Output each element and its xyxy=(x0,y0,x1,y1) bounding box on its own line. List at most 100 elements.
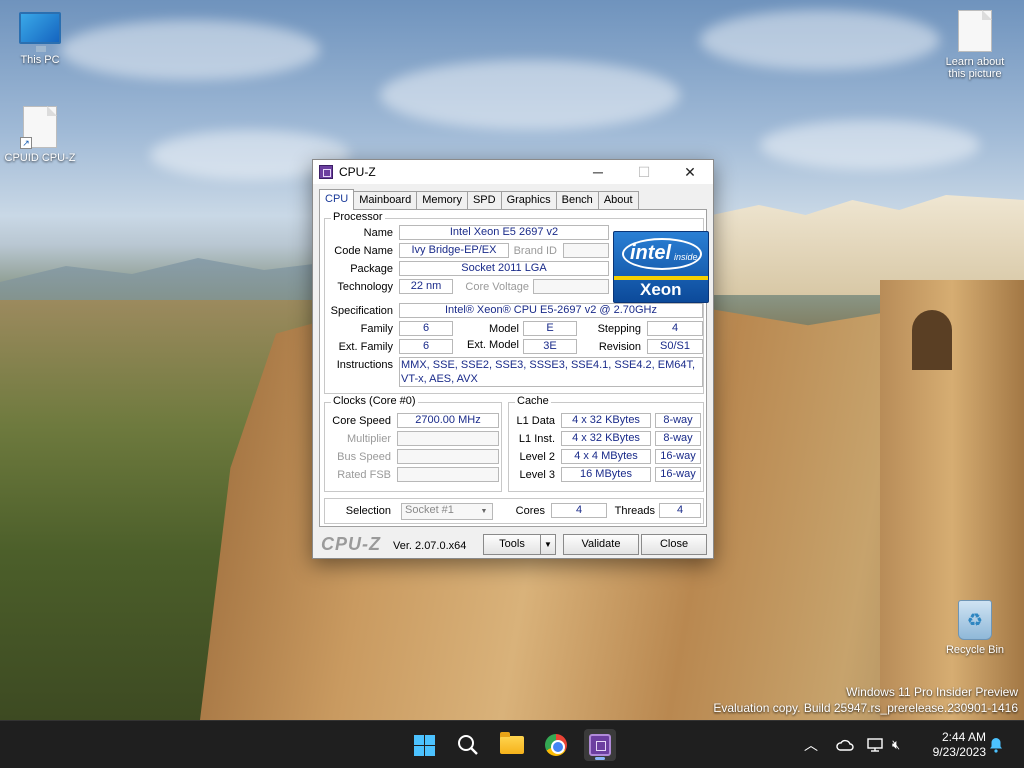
minimize-icon: ─ xyxy=(593,164,603,180)
revision-label: Revision xyxy=(598,341,641,353)
revision-value: S0/S1 xyxy=(647,339,703,354)
extmodel-label: Ext. Model xyxy=(467,339,519,351)
busspeed-value xyxy=(397,449,499,464)
specification-label: Specification xyxy=(330,305,393,317)
maximize-button: ☐ xyxy=(621,160,667,184)
desktop-icon-recycle-bin[interactable]: ♻ Recycle Bin xyxy=(935,600,1015,656)
maximize-icon: ☐ xyxy=(637,163,651,180)
windows-logo-icon xyxy=(413,734,435,756)
notifications-button[interactable] xyxy=(988,721,1004,768)
close-button[interactable]: Close xyxy=(641,534,707,555)
chrome-button[interactable] xyxy=(540,729,572,761)
xeon-logo-text: Xeon xyxy=(640,280,682,299)
cores-label: Cores xyxy=(515,505,545,517)
tools-button[interactable]: Tools xyxy=(483,534,541,555)
corespeed-value: 2700.00 MHz xyxy=(397,413,499,428)
selection-group: Selection Socket #1 ▼ Cores 4 Threads 4 xyxy=(324,498,704,524)
tab-cpu[interactable]: CPU xyxy=(319,189,355,210)
version-text: Ver. 2.07.0.x64 xyxy=(393,540,467,552)
family-value: 6 xyxy=(399,321,453,336)
tools-dropdown-button[interactable]: ▼ xyxy=(540,534,556,555)
cache-l3-label: Level 3 xyxy=(519,469,555,481)
tab-mainboard[interactable]: Mainboard xyxy=(353,191,418,210)
instructions-label: Instructions xyxy=(336,359,393,371)
technology-label: Technology xyxy=(337,281,393,293)
desktop-icon-label: Learn about this picture xyxy=(945,56,1005,80)
technology-value: 22 nm xyxy=(399,279,453,294)
file-explorer-button[interactable] xyxy=(496,729,528,761)
search-icon xyxy=(458,735,478,755)
cpuz-app-icon xyxy=(589,734,611,756)
brandid-label: Brand ID xyxy=(513,245,557,257)
cache-l1data-size: 4 x 32 KBytes xyxy=(561,413,651,428)
network-button[interactable] xyxy=(866,721,884,768)
ratedfsb-value xyxy=(397,467,499,482)
multiplier-label: Multiplier xyxy=(346,433,391,445)
cache-l1inst-size: 4 x 32 KBytes xyxy=(561,431,651,446)
chrome-icon xyxy=(545,734,567,756)
instructions-value: MMX, SSE, SSE2, SSE3, SSSE3, SSE4.1, SSE… xyxy=(399,357,703,387)
validate-button[interactable]: Validate xyxy=(563,534,639,555)
tab-spd[interactable]: SPD xyxy=(466,191,502,210)
threads-value: 4 xyxy=(659,503,701,518)
window-footer: CPU-Z Ver. 2.07.0.x64 Tools ▼ Validate C… xyxy=(319,532,709,556)
start-button[interactable] xyxy=(408,729,440,761)
search-button[interactable] xyxy=(452,729,484,761)
socket-select[interactable]: Socket #1 ▼ xyxy=(401,503,493,520)
volume-button[interactable]: 🔇︎ xyxy=(892,721,900,768)
cache-l1data-way: 8-way xyxy=(655,413,701,428)
cloud xyxy=(760,120,980,170)
minimize-button[interactable]: ─ xyxy=(575,160,621,184)
tab-graphics[interactable]: Graphics xyxy=(500,191,557,210)
evaluation-watermark: Windows 11 Pro Insider Preview Evaluatio… xyxy=(713,684,1018,716)
desktop-icon-this-pc[interactable]: This PC xyxy=(0,12,80,66)
desktop-icon-cpuz[interactable]: ↗ CPUID CPU-Z xyxy=(0,106,80,164)
cache-group: Cache L1 Data 4 x 32 KBytes 8-way L1 Ins… xyxy=(508,395,704,492)
family-label: Family xyxy=(360,323,393,335)
cpuz-logo-text: CPU-Z xyxy=(321,534,381,554)
stepping-label: Stepping xyxy=(597,323,641,335)
show-hidden-icons-button[interactable]: ︿ xyxy=(804,721,818,768)
selection-label: Selection xyxy=(345,505,391,517)
corevoltage-label: Core Voltage xyxy=(465,281,529,293)
codename-label: Code Name xyxy=(334,245,393,257)
clock-date: 9/23/2023 xyxy=(932,745,986,759)
tab-memory[interactable]: Memory xyxy=(416,191,468,210)
close-window-button[interactable]: ✕ xyxy=(667,160,713,184)
cpuz-taskbar-button[interactable] xyxy=(584,729,616,761)
desktop-icon-label: CPUID CPU-Z xyxy=(4,152,76,164)
network-icon xyxy=(867,738,883,752)
desktop-icon-learn-picture[interactable]: Learn about this picture xyxy=(935,10,1015,80)
model-label: Model xyxy=(489,323,519,335)
codename-value: Ivy Bridge-EP/EX xyxy=(399,243,509,258)
cloud xyxy=(700,10,940,70)
cores-value: 4 xyxy=(551,503,607,518)
package-value: Socket 2011 LGA xyxy=(399,261,609,276)
name-label: Name xyxy=(363,227,393,239)
stepping-value: 4 xyxy=(647,321,703,336)
name-value: Intel Xeon E5 2697 v2 xyxy=(399,225,609,240)
close-icon: ✕ xyxy=(684,163,696,180)
extmodel-value: 3E xyxy=(523,339,577,354)
group-title: Processor xyxy=(331,211,385,223)
title-bar[interactable]: CPU-Z ─ ☐ ✕ xyxy=(313,160,713,184)
extfamily-value: 6 xyxy=(399,339,453,354)
chevron-down-icon: ▼ xyxy=(544,540,552,549)
speaker-muted-icon: 🔇︎ xyxy=(892,737,901,752)
busspeed-label: Bus Speed xyxy=(337,451,391,463)
corevoltage-value xyxy=(533,279,609,294)
specification-value: Intel® Xeon® CPU E5-2697 v2 @ 2.70GHz xyxy=(399,303,703,318)
brandid-value xyxy=(563,243,609,258)
cloud xyxy=(60,20,320,80)
chevron-down-icon: ▼ xyxy=(480,508,488,515)
corespeed-label: Core Speed xyxy=(332,415,391,427)
cpu-panel: Processor Name Intel Xeon E5 2697 v2 Cod… xyxy=(319,209,709,527)
clock[interactable]: 2:44 AM 9/23/2023 xyxy=(933,730,986,760)
cache-l1inst-way: 8-way xyxy=(655,431,701,446)
file-icon xyxy=(958,10,992,52)
folder-icon xyxy=(500,732,524,754)
tab-bench[interactable]: Bench xyxy=(555,191,599,210)
tab-about[interactable]: About xyxy=(597,191,639,210)
socket-select-value: Socket #1 xyxy=(405,504,454,516)
onedrive-button[interactable] xyxy=(836,721,854,768)
